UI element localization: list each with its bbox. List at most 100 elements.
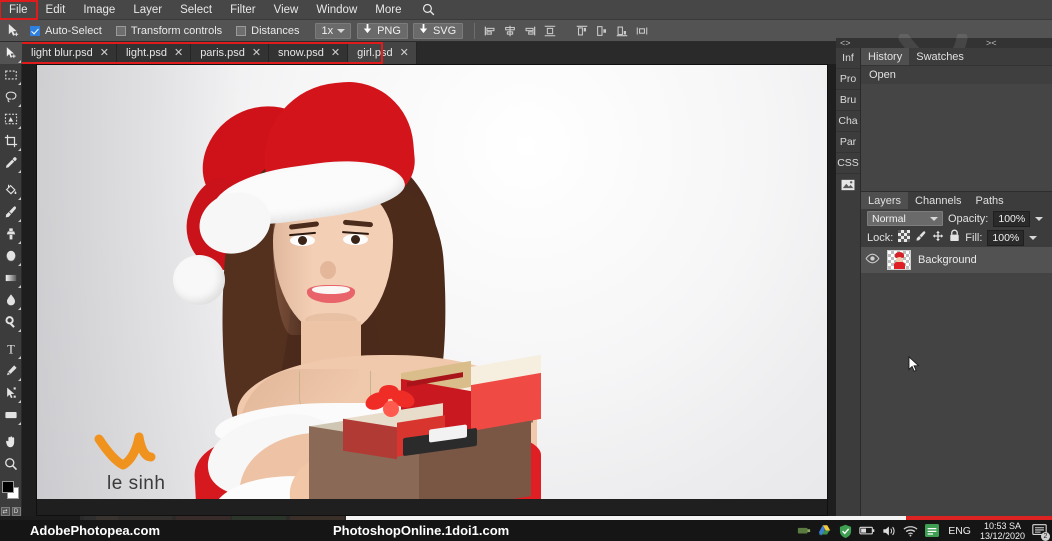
layer-name[interactable]: Background	[918, 254, 977, 266]
dodge-tool[interactable]	[0, 311, 22, 333]
color-swatches[interactable]	[0, 479, 22, 505]
crop-tool[interactable]	[0, 130, 22, 152]
default-colors-icon[interactable]: D	[11, 507, 21, 516]
menu-layer[interactable]: Layer	[124, 1, 171, 19]
eyedropper-tool[interactable]	[0, 152, 22, 174]
taskbar-clock[interactable]: 10:53 SA 13/12/2020	[980, 521, 1025, 541]
layer-row-background[interactable]: Background	[861, 247, 1052, 273]
menu-window[interactable]: Window	[307, 1, 366, 19]
history-item-open[interactable]: Open	[861, 66, 1052, 84]
menu-file[interactable]: File	[0, 0, 38, 20]
windows-security-icon[interactable]	[839, 524, 852, 538]
rectangular-marquee-tool[interactable]	[0, 64, 22, 86]
align-right-icon[interactable]	[521, 22, 538, 39]
menu-edit[interactable]: Edit	[37, 1, 75, 19]
move-tool-icon[interactable]	[0, 20, 26, 42]
sidebar-tab-brushes[interactable]: Bru	[836, 90, 860, 111]
menu-more[interactable]: More	[366, 1, 410, 19]
auto-select-checkbox[interactable]: Auto-Select	[26, 25, 112, 37]
sidebar-tab-css[interactable]: CSS	[836, 153, 860, 174]
menu-view[interactable]: View	[265, 1, 308, 19]
close-icon[interactable]: ✕	[331, 47, 340, 59]
tab-layers[interactable]: Layers	[861, 192, 909, 209]
menu-select[interactable]: Select	[171, 1, 221, 19]
menu-filter[interactable]: Filter	[221, 1, 265, 19]
object-selection-tool[interactable]	[0, 108, 22, 130]
clock-time: 10:53 SA	[983, 520, 1021, 531]
lock-all-icon[interactable]	[949, 229, 960, 247]
sidebar-tab-image[interactable]	[836, 174, 860, 198]
tab-light-psd[interactable]: light.psd ✕	[116, 42, 192, 64]
menu-image[interactable]: Image	[74, 1, 124, 19]
align-left-icon[interactable]	[481, 22, 498, 39]
eye-icon[interactable]	[865, 251, 880, 269]
sidebar-tab-character[interactable]: Cha	[836, 111, 860, 132]
align-center-horizontal-icon[interactable]	[501, 22, 518, 39]
blend-mode-select[interactable]: Normal	[867, 211, 943, 226]
photopea-window: File Edit Image Layer Select Filter View…	[0, 0, 1052, 541]
download-svg-button[interactable]: SVG	[412, 22, 464, 39]
transform-controls-checkbox[interactable]: Transform controls	[112, 25, 232, 37]
tab-channels[interactable]: Channels	[908, 192, 969, 209]
expand-panels-icon[interactable]: <>	[840, 38, 851, 48]
google-drive-icon[interactable]	[818, 524, 832, 537]
type-tool[interactable]: T	[0, 338, 22, 360]
wifi-icon[interactable]	[903, 525, 918, 537]
align-bottom-icon[interactable]	[613, 22, 630, 39]
clone-stamp-tool[interactable]	[0, 223, 22, 245]
tab-snow-psd[interactable]: snow.psd ✕	[269, 42, 349, 64]
distribute-horizontal-icon[interactable]	[541, 22, 558, 39]
swap-colors-icon[interactable]: ⇄	[0, 507, 10, 516]
align-middle-icon[interactable]	[593, 22, 610, 39]
tab-paths[interactable]: Paths	[968, 192, 1011, 209]
paint-bucket-tool[interactable]	[0, 179, 22, 201]
lock-transparent-pixels-icon[interactable]	[898, 229, 911, 247]
shape-tool[interactable]	[0, 404, 22, 426]
fill-chevron-down-icon[interactable]	[1029, 235, 1038, 240]
distribute-vertical-icon[interactable]	[633, 22, 650, 39]
close-icon[interactable]: ✕	[100, 47, 109, 59]
pen-tool[interactable]	[0, 360, 22, 382]
blur-tool[interactable]	[0, 289, 22, 311]
brush-tool[interactable]	[0, 201, 22, 223]
move-tool[interactable]	[0, 42, 22, 64]
collapse-panels-icon[interactable]: ><	[986, 38, 997, 48]
opacity-chevron-down-icon[interactable]	[1035, 216, 1044, 221]
canvas-area[interactable]: le sinh	[22, 64, 836, 516]
tab-girl-psd[interactable]: girl.psd ✕	[348, 42, 417, 64]
tab-swatches[interactable]: Swatches	[909, 48, 971, 65]
download-png-button[interactable]: PNG	[357, 22, 408, 39]
gradient-tool[interactable]	[0, 267, 22, 289]
tab-history[interactable]: History	[861, 48, 910, 65]
sidebar-tab-paragraph[interactable]: Par	[836, 132, 860, 153]
document-canvas[interactable]: le sinh	[37, 65, 827, 515]
zoom-tool[interactable]	[0, 453, 22, 475]
fill-value[interactable]: 100%	[987, 229, 1025, 246]
keyboard-input-icon[interactable]	[925, 524, 940, 537]
sidebar-tab-info[interactable]: Inf	[836, 48, 860, 69]
close-icon[interactable]: ✕	[400, 47, 409, 59]
foreground-color-swatch[interactable]	[2, 481, 14, 493]
lock-position-icon[interactable]	[932, 229, 944, 247]
search-icon[interactable]	[414, 3, 443, 16]
opacity-value[interactable]: 100%	[993, 210, 1031, 227]
zoom-level-select[interactable]: 1x	[315, 22, 352, 39]
lasso-tool[interactable]	[0, 86, 22, 108]
usb-eject-icon[interactable]	[797, 525, 811, 536]
close-icon[interactable]: ✕	[252, 47, 261, 59]
input-language[interactable]: ENG	[948, 525, 971, 537]
eraser-tool[interactable]	[0, 245, 22, 267]
hand-tool[interactable]	[0, 431, 22, 453]
tab-paris-psd[interactable]: paris.psd ✕	[191, 42, 270, 64]
path-select-tool[interactable]	[0, 382, 22, 404]
distances-checkbox[interactable]: Distances	[232, 25, 309, 37]
sidebar-tab-properties[interactable]: Pro	[836, 69, 860, 90]
action-center-icon[interactable]: 2	[1032, 523, 1050, 541]
tab-light-blur-psd[interactable]: light blur.psd ✕	[22, 42, 117, 64]
volume-icon[interactable]	[882, 525, 896, 537]
close-icon[interactable]: ✕	[174, 47, 183, 59]
lock-image-pixels-icon[interactable]	[915, 229, 927, 247]
align-top-icon[interactable]	[573, 22, 590, 39]
history-panel-body[interactable]: Open	[861, 65, 1052, 191]
battery-icon[interactable]	[859, 525, 875, 536]
